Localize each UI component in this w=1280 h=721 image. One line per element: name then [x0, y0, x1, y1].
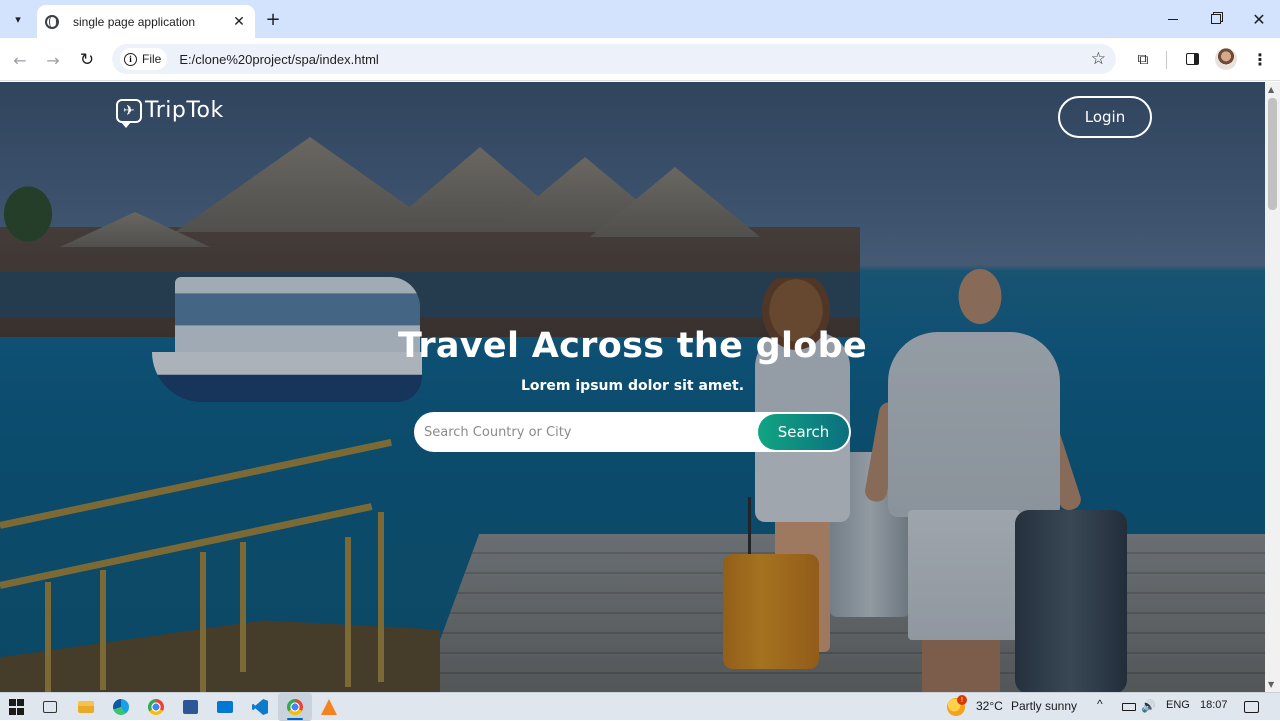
tab-title: single page application	[73, 14, 196, 29]
address-bar[interactable]: i File E:/clone%20project/spa/index.html…	[112, 44, 1116, 74]
info-icon: i	[124, 52, 137, 66]
close-icon: ✕	[1252, 9, 1266, 29]
task-view-icon[interactable]	[41, 698, 59, 716]
file-explorer-icon[interactable]	[77, 698, 95, 716]
tray-chevron-icon[interactable]: ^	[1097, 697, 1103, 711]
more-menu-icon[interactable]: ⋮	[1249, 48, 1271, 70]
new-tab-button[interactable]: +	[262, 8, 284, 30]
arrow-left-icon: ←	[13, 50, 27, 70]
notifications-icon[interactable]	[1242, 698, 1260, 716]
language-indicator[interactable]: ENG	[1166, 699, 1190, 711]
reload-button[interactable]: ↻	[74, 47, 100, 73]
close-icon: ✕	[233, 13, 245, 30]
search-bar: Search	[414, 412, 851, 452]
window-minimize-button[interactable]	[1161, 8, 1185, 30]
url-text[interactable]: E:/clone%20project/spa/index.html	[179, 52, 378, 67]
hero-subtitle: Lorem ipsum dolor sit amet.	[520, 378, 745, 394]
clock-time[interactable]: 18:07	[1200, 699, 1228, 711]
site-chip-label: File	[142, 52, 162, 66]
page-viewport: ✈ TripTok Login Travel Across the globe …	[0, 82, 1265, 692]
profile-avatar[interactable]	[1215, 48, 1237, 70]
chrome-active-icon[interactable]	[278, 693, 312, 721]
airplane-chat-icon: ✈	[116, 98, 142, 128]
page-scrollbar[interactable]: ▲ ▼	[1265, 82, 1280, 692]
puzzle-icon: ⧉	[1137, 50, 1149, 68]
restore-icon	[1211, 14, 1221, 24]
vlc-icon[interactable]	[320, 698, 338, 716]
login-button[interactable]: Login	[1058, 96, 1152, 138]
scroll-down-icon[interactable]: ▼	[1268, 680, 1274, 689]
plus-icon: +	[265, 8, 281, 30]
windows-start-icon[interactable]	[7, 698, 25, 716]
logo-text: TripTok	[145, 98, 224, 123]
extensions-icon[interactable]: ⧉	[1132, 48, 1154, 70]
chrome-icon[interactable]	[147, 698, 165, 716]
scroll-thumb[interactable]	[1268, 98, 1277, 210]
weather-description[interactable]: Partly sunny	[1011, 699, 1077, 713]
minimize-icon	[1168, 18, 1178, 20]
back-button[interactable]: ←	[7, 47, 33, 73]
scroll-up-icon[interactable]: ▲	[1268, 85, 1274, 94]
vscode-icon[interactable]	[251, 698, 269, 716]
mail-icon[interactable]	[216, 698, 234, 716]
globe-icon	[45, 14, 59, 29]
site-logo[interactable]: ✈ TripTok	[116, 98, 224, 128]
search-button[interactable]: Search	[758, 414, 849, 450]
side-panel-icon[interactable]	[1181, 48, 1203, 70]
weather-alert-badge: !	[957, 695, 967, 705]
window-close-button[interactable]: ✕	[1247, 8, 1271, 30]
browser-toolbar: ← → ↻ i File E:/clone%20project/spa/inde…	[0, 38, 1280, 81]
arrow-right-icon: →	[46, 50, 60, 70]
store-icon[interactable]	[181, 698, 199, 716]
search-input[interactable]	[424, 420, 754, 444]
kebab-icon: ⋮	[1252, 49, 1268, 69]
tab-search-button[interactable]: ▾	[6, 7, 30, 31]
windows-taskbar: 32°C Partly sunny ^ 🔊 ENG 18:07	[0, 692, 1280, 721]
browser-tab-bar: ▾ single page application ✕ + ✕	[0, 0, 1280, 38]
browser-tab-active[interactable]: single page application ✕	[37, 5, 255, 38]
bookmark-star-icon[interactable]: ☆	[1091, 49, 1106, 69]
forward-button[interactable]: →	[40, 47, 66, 73]
chevron-down-icon: ▾	[15, 12, 21, 26]
edge-icon[interactable]	[112, 698, 130, 716]
window-restore-button[interactable]	[1204, 8, 1228, 30]
toolbar-divider	[1166, 51, 1167, 69]
site-info-chip[interactable]: i File	[120, 48, 168, 70]
volume-icon[interactable]: 🔊	[1141, 699, 1156, 713]
battery-icon[interactable]	[1120, 698, 1138, 716]
reload-icon: ↻	[79, 50, 95, 70]
weather-temperature[interactable]: 32°C	[976, 699, 1003, 713]
tab-close-button[interactable]: ✕	[231, 14, 247, 30]
hero-title: Travel Across the globe	[398, 326, 867, 366]
side-panel-glyph	[1185, 53, 1199, 65]
